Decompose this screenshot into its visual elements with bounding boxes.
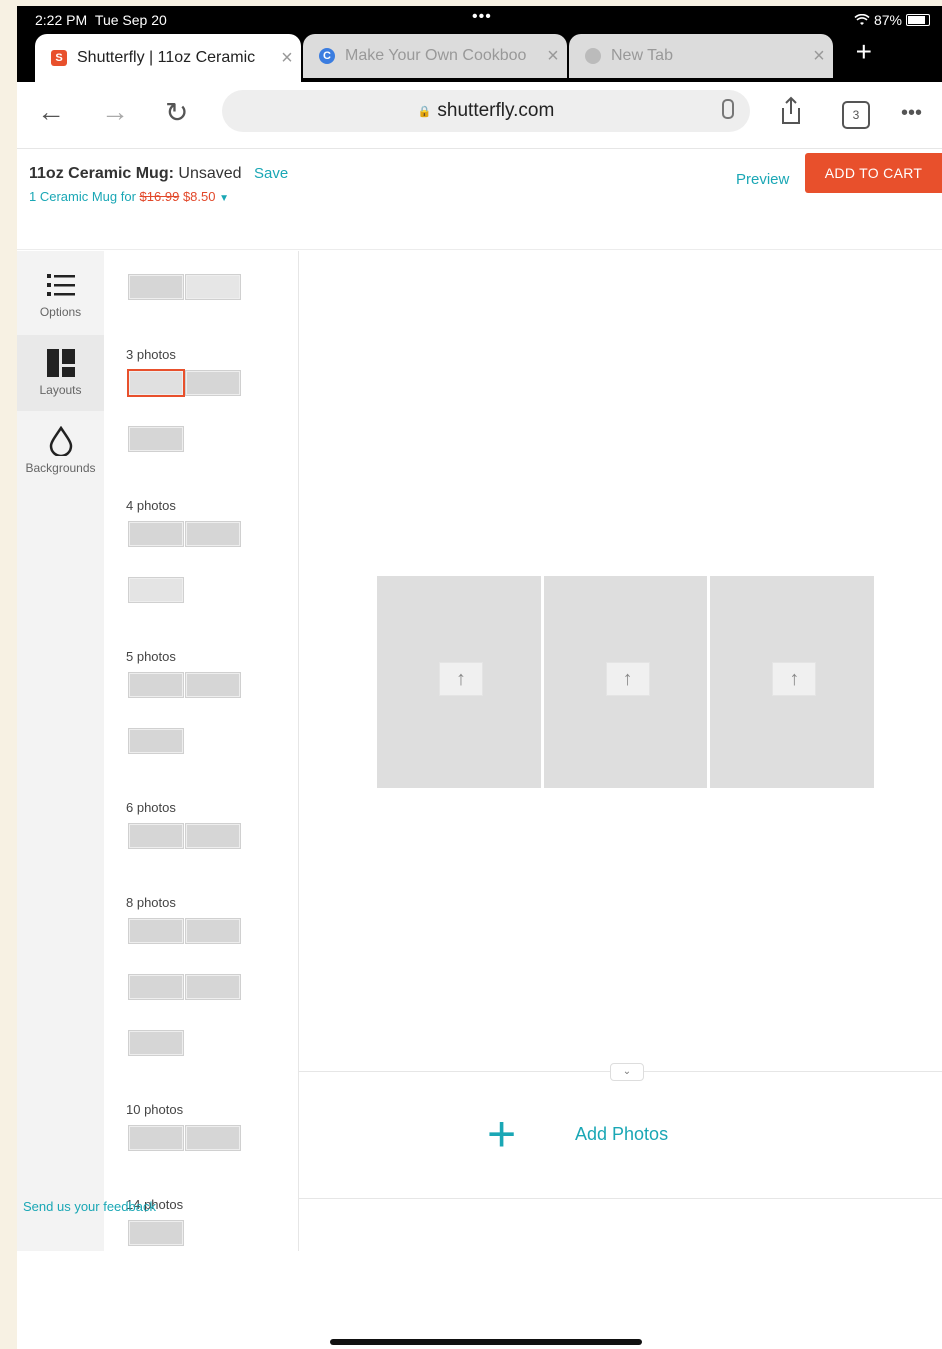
layout-thumbnail[interactable]	[129, 427, 183, 451]
status-right: 87%	[854, 12, 930, 28]
tab-title: New Tab	[611, 47, 673, 64]
tab-count-button[interactable]: 3	[842, 101, 870, 129]
drop-icon	[17, 413, 104, 461]
layout-thumbnail[interactable]	[129, 1031, 183, 1055]
tab-cookbook[interactable]: C Make Your Own Cookboo ×	[303, 34, 567, 78]
photo-slot[interactable]: ↑	[377, 576, 541, 788]
reload-icon[interactable]: ↻	[165, 96, 188, 129]
group-label-4-photos: 4 photos	[126, 498, 176, 513]
sale-price: $8.50	[182, 189, 216, 204]
group-label-8-photos: 8 photos	[126, 895, 176, 910]
caret-down-icon[interactable]: ▼	[219, 193, 229, 204]
add-photos-label: Add Photos	[575, 1123, 669, 1144]
share-icon[interactable]	[779, 96, 803, 126]
group-label-3-photos: 3 photos	[126, 347, 176, 362]
nav-layouts[interactable]: Layouts	[17, 335, 104, 411]
tab-title: Shutterfly | 11oz Ceramic	[77, 49, 256, 66]
layout-thumbnail[interactable]	[186, 919, 240, 943]
layout-thumbnail[interactable]	[186, 1126, 240, 1150]
layout-thumbnail[interactable]	[129, 673, 183, 697]
address-bar[interactable]: 🔒 shutterfly.com	[222, 90, 750, 132]
layout-thumbnail[interactable]	[129, 1221, 183, 1245]
layout-thumbnail[interactable]	[186, 275, 240, 299]
layout-thumbnail[interactable]	[186, 673, 240, 697]
layout-thumbnail[interactable]	[129, 824, 183, 848]
layout-thumbnail[interactable]	[129, 578, 183, 602]
tab-bar: S Shutterfly | 11oz Ceramic × C Make You…	[17, 34, 942, 82]
tray-bottom-divider	[298, 1198, 942, 1199]
price-summary[interactable]: 1 Ceramic Mug for $16.99 $8.50 ▼	[29, 189, 229, 204]
layout-thumbnail[interactable]	[186, 522, 240, 546]
wifi-icon	[854, 14, 870, 25]
product-header: 11oz Ceramic Mug: Unsaved Save 1 Ceramic…	[17, 149, 942, 250]
browser-window: 2:22 PM Tue Sep 20 ••• 87% S Shutterfly …	[17, 6, 942, 1349]
upload-arrow-icon[interactable]: ↑	[439, 662, 483, 696]
multitask-dots-icon[interactable]: •••	[472, 8, 492, 26]
nav-options[interactable]: Options	[17, 257, 104, 333]
url-text: shutterfly.com	[437, 100, 555, 121]
lock-icon: 🔒	[417, 105, 432, 118]
close-tab-icon[interactable]: ×	[539, 45, 567, 68]
add-photos-button[interactable]: + Add Photos	[487, 1106, 669, 1162]
layout-thumbnail[interactable]	[129, 522, 183, 546]
layout-thumbnail[interactable]	[129, 919, 183, 943]
layout-thumbnail[interactable]	[186, 371, 240, 395]
tab-new-tab[interactable]: New Tab ×	[569, 34, 833, 78]
group-label-5-photos: 5 photos	[126, 649, 176, 664]
layout-thumbnail-selected[interactable]	[127, 369, 185, 397]
close-tab-icon[interactable]: ×	[805, 45, 833, 68]
upload-arrow-icon[interactable]: ↑	[772, 662, 817, 696]
layout-thumbnail[interactable]	[129, 975, 183, 999]
microphone-icon[interactable]	[722, 99, 734, 119]
layout-thumbnail[interactable]	[186, 824, 240, 848]
photo-slot[interactable]: ↑	[543, 576, 708, 788]
plus-icon: +	[487, 1106, 517, 1162]
globe-icon	[585, 48, 601, 64]
collapse-tray-chevron-icon[interactable]: ⌄	[610, 1063, 644, 1081]
list-icon	[17, 257, 104, 305]
page-title: 11oz Ceramic Mug: Unsaved Save	[29, 165, 289, 182]
group-label-10-photos: 10 photos	[126, 1102, 184, 1117]
nav-backgrounds[interactable]: Backgrounds	[17, 413, 104, 489]
new-tab-plus-icon[interactable]: +	[856, 36, 872, 68]
layout-thumbnail[interactable]	[129, 729, 183, 753]
layouts-panel: 3 photos 4 photos 5 photos 6 photos 8 ph…	[104, 251, 299, 1251]
feedback-link[interactable]: Send us your feedback	[23, 1199, 156, 1214]
battery-icon	[906, 14, 930, 26]
shutterfly-favicon-icon: S	[51, 50, 67, 66]
upload-arrow-icon[interactable]: ↑	[605, 662, 650, 696]
old-price: $16.99	[139, 189, 180, 204]
add-to-cart-button[interactable]: ADD TO CART	[805, 153, 942, 193]
mug-design-canvas: ↑ ↑ ↑	[377, 576, 875, 788]
status-bar: 2:22 PM Tue Sep 20 ••• 87%	[17, 6, 942, 34]
more-options-icon[interactable]: •••	[901, 102, 922, 125]
group-label-6-photos: 6 photos	[126, 800, 176, 815]
side-navigation: Options Layouts Backgrounds	[17, 251, 104, 1251]
forward-arrow-icon[interactable]: →	[101, 96, 129, 128]
back-arrow-icon[interactable]: ←	[37, 96, 65, 128]
layout-thumbnail[interactable]	[129, 275, 183, 299]
cookbook-favicon-icon: C	[319, 48, 335, 64]
layout-thumbnail[interactable]	[186, 975, 240, 999]
photo-slot[interactable]: ↑	[710, 576, 875, 788]
preview-link[interactable]: Preview	[736, 171, 789, 188]
browser-toolbar: ← → ↻ 🔒 shutterfly.com 3 •••	[17, 82, 942, 149]
tab-shutterfly[interactable]: S Shutterfly | 11oz Ceramic ×	[35, 34, 301, 82]
home-indicator[interactable]	[330, 1339, 642, 1345]
battery-percent: 87%	[873, 12, 902, 28]
save-link[interactable]: Save	[254, 165, 288, 182]
close-tab-icon[interactable]: ×	[273, 47, 301, 70]
layout-icon	[17, 335, 104, 383]
layout-thumbnail[interactable]	[129, 1126, 183, 1150]
status-time: 2:22 PM Tue Sep 20	[35, 12, 167, 28]
tab-title: Make Your Own Cookboo	[345, 47, 527, 64]
